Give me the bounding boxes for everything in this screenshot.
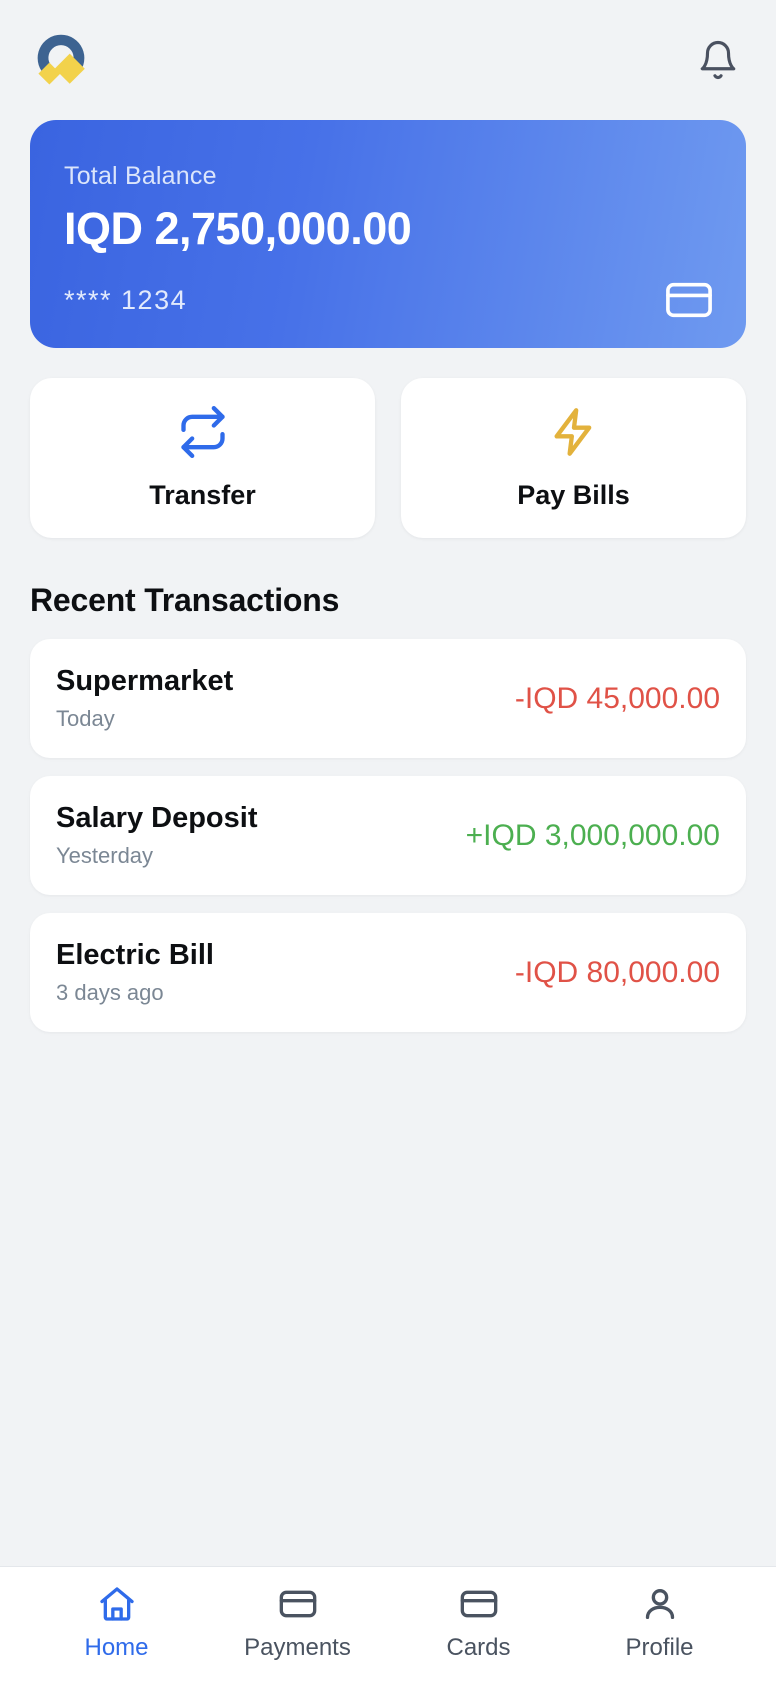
transfer-label: Transfer [149, 479, 256, 510]
transfer-arrows-icon [180, 405, 225, 458]
nav-item-payments[interactable]: Payments [207, 1584, 388, 1662]
lightning-bolt-icon [554, 407, 591, 456]
nav-item-cards[interactable]: Cards [388, 1584, 569, 1662]
transaction-title: Electric Bill [56, 939, 214, 971]
app-header [0, 0, 776, 120]
transaction-date: Yesterday [56, 843, 154, 868]
transaction-title: Salary Deposit [56, 802, 258, 834]
balance-label: Total Balance [64, 162, 217, 190]
pay-bills-button[interactable]: Pay Bills [401, 378, 746, 538]
transaction-title: Supermarket [56, 665, 234, 697]
transaction-info: Supermarket Today [56, 665, 233, 732]
transaction-info: Electric Bill 3 days ago [56, 939, 214, 1006]
nav-item-home[interactable]: Home [26, 1584, 207, 1662]
credit-card-icon [666, 282, 712, 318]
balance-amount: IQD 2,750,000.00 [64, 203, 412, 254]
transfer-button[interactable]: Transfer [30, 378, 375, 538]
nav-label-cards: Cards [446, 1633, 511, 1661]
nav-label-payments: Payments [244, 1633, 351, 1661]
transaction-info: Salary Deposit Yesterday [56, 802, 257, 869]
table-row[interactable]: Supermarket Today -IQD 45,000.00 [30, 639, 746, 758]
nav-label-profile: Profile [625, 1633, 694, 1661]
transaction-date: Today [56, 706, 115, 731]
balance-card[interactable]: Total Balance IQD 2,750,000.00 **** 1234 [30, 120, 746, 348]
bell-icon [700, 41, 736, 79]
transaction-amount: -IQD 45,000.00 [514, 681, 720, 715]
brand-logo [37, 34, 85, 85]
person-icon [645, 1588, 674, 1619]
home-icon [99, 1586, 134, 1621]
quick-actions: Transfer Pay Bills [30, 378, 746, 538]
transaction-amount: +IQD 3,000,000.00 [465, 818, 720, 852]
recent-transactions-title: Recent Transactions [30, 582, 340, 618]
nav-label-home: Home [84, 1633, 149, 1661]
app-screen: Total Balance IQD 2,750,000.00 **** 1234… [0, 0, 776, 1684]
balance-card-footer: **** 1234 [64, 282, 712, 318]
card-number-mask: **** 1234 [64, 284, 188, 315]
table-row[interactable]: Salary Deposit Yesterday +IQD 3,000,000.… [30, 776, 746, 895]
pay-bills-label: Pay Bills [517, 479, 630, 510]
cards-icon [460, 1590, 497, 1617]
table-row[interactable]: Electric Bill 3 days ago -IQD 80,000.00 [30, 913, 746, 1032]
nav-item-profile[interactable]: Profile [569, 1584, 750, 1662]
bottom-navigation: Home Payments Cards Profile [0, 1566, 776, 1684]
notifications-button[interactable] [690, 32, 746, 88]
transaction-list: Supermarket Today -IQD 45,000.00 Salary … [30, 639, 746, 1032]
transaction-amount: -IQD 80,000.00 [514, 955, 720, 989]
credit-card-icon [279, 1590, 316, 1617]
transaction-date: 3 days ago [56, 980, 164, 1005]
